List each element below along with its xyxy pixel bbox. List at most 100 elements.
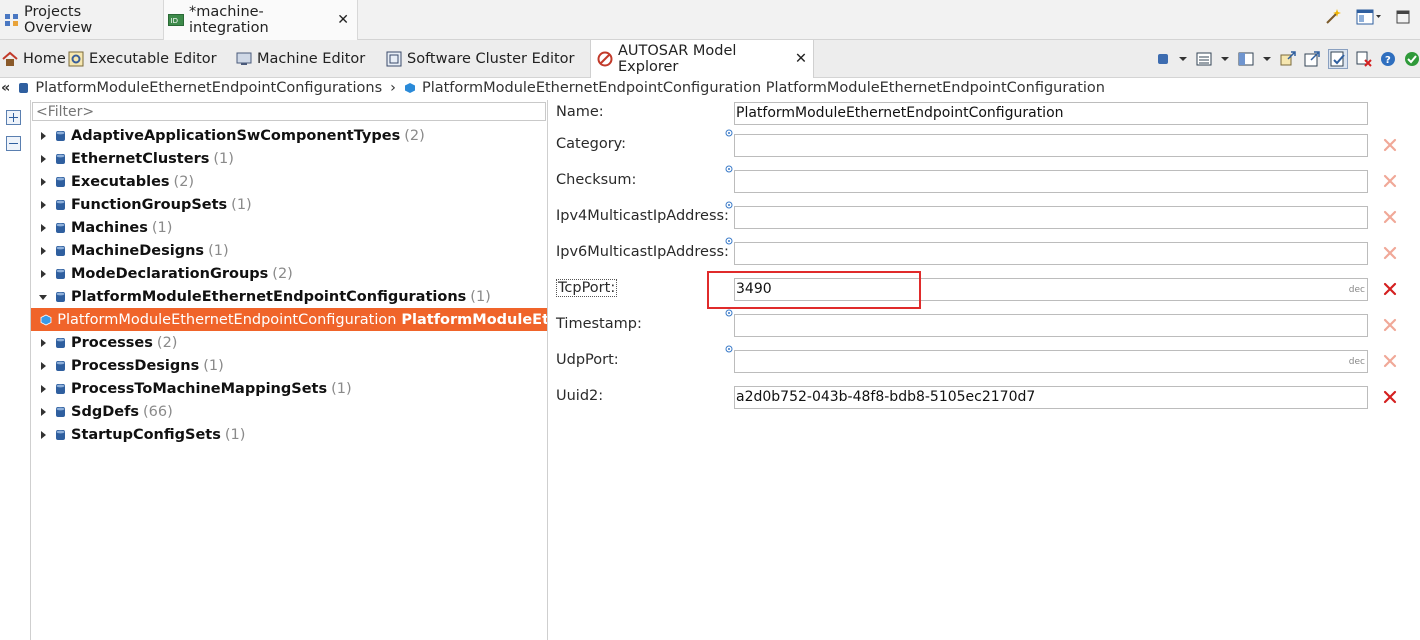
tree-gutter — [0, 100, 30, 640]
link-editor-icon[interactable] — [1328, 49, 1348, 69]
property-field-category[interactable] — [734, 134, 1368, 157]
tree-item[interactable]: ModeDeclarationGroups (2) — [31, 262, 547, 285]
close-icon[interactable]: ✕ — [337, 12, 349, 28]
tree-item[interactable]: ProcessToMachineMappingSets (1) — [31, 377, 547, 400]
property-row-udpport: UdpPort: dec — [549, 345, 1420, 374]
chevron-right-icon[interactable] — [38, 177, 48, 187]
tab-autosar-model-explorer[interactable]: AUTOSAR Model Explorer ✕ — [590, 40, 814, 78]
tree-item[interactable]: AdaptiveApplicationSwComponentTypes (2) — [31, 124, 547, 147]
tree-item[interactable]: Machines (1) — [31, 216, 547, 239]
chevron-right-icon[interactable] — [38, 200, 48, 210]
tree-item[interactable]: Processes (2) — [31, 331, 547, 354]
property-label: UdpPort: — [556, 352, 619, 368]
chevron-right-icon[interactable] — [38, 384, 48, 394]
cylinder-icon — [55, 222, 66, 234]
close-icon[interactable]: ✕ — [795, 51, 807, 67]
tab-projects-overview[interactable]: Projects Overview — [0, 0, 157, 40]
tab-software-cluster-editor[interactable]: Software Cluster Editor — [386, 40, 575, 78]
property-label: Uuid2: — [556, 388, 603, 404]
chevron-right-icon[interactable] — [38, 430, 48, 440]
filter-input[interactable] — [32, 102, 546, 121]
chevron-down-icon[interactable] — [1262, 54, 1272, 64]
property-field-timestamp[interactable] — [734, 314, 1368, 337]
tree-item-count: (66) — [143, 403, 173, 420]
delete-icon[interactable] — [1383, 246, 1397, 260]
breadcrumb-item[interactable]: PlatformModuleEthernetEndpointConfigurat… — [35, 80, 382, 96]
property-field-uuid2[interactable]: a2d0b752-043b-48f8-bdb8-5105ec2170d7 — [734, 386, 1368, 409]
breadcrumb-item[interactable]: PlatformModuleEthernetEndpointConfigurat… — [422, 80, 1105, 96]
tree-item[interactable]: SdgDefs (66) — [31, 400, 547, 423]
tab-home[interactable]: Home — [2, 40, 66, 78]
delete-icon[interactable] — [1383, 354, 1397, 368]
collapse-all-icon[interactable] — [6, 136, 21, 151]
help-icon[interactable]: ? — [1380, 51, 1396, 67]
machine-editor-icon — [236, 51, 252, 67]
info-icon — [725, 129, 733, 137]
tree-item[interactable]: Executables (2) — [31, 170, 547, 193]
filter-settings-icon[interactable] — [1356, 51, 1372, 67]
expand-all-icon[interactable] — [6, 110, 21, 125]
back-icon[interactable]: « — [1, 80, 10, 96]
split-view-icon[interactable] — [1238, 52, 1254, 66]
list-view-icon[interactable] — [1196, 52, 1212, 66]
tree-item[interactable]: MachineDesigns (1) — [31, 239, 547, 262]
chevron-right-icon[interactable] — [38, 338, 48, 348]
delete-icon[interactable] — [1383, 138, 1397, 152]
property-field-ipv4multicastipaddress[interactable] — [734, 206, 1368, 229]
chevron-down-icon[interactable] — [1178, 54, 1188, 64]
tree-item-count: (1) — [203, 357, 224, 374]
delete-icon[interactable] — [1383, 282, 1397, 296]
tab-label: Home — [23, 51, 66, 67]
chevron-down-icon[interactable] — [38, 292, 48, 302]
chevron-right-icon[interactable] — [38, 246, 48, 256]
cylinder-icon[interactable] — [1156, 52, 1170, 66]
delete-icon[interactable] — [1383, 210, 1397, 224]
chevron-right-icon[interactable] — [38, 154, 48, 164]
tcpport-highlight-box — [707, 271, 921, 309]
delete-icon[interactable] — [1383, 390, 1397, 404]
model-tree-panel: AdaptiveApplicationSwComponentTypes(2)Et… — [30, 100, 548, 640]
property-field-ipv6multicastipaddress[interactable] — [734, 242, 1368, 265]
property-label-text: Ipv4MulticastIpAddress: — [556, 208, 729, 224]
validate-icon[interactable] — [1404, 51, 1420, 67]
chevron-right-icon[interactable] — [38, 407, 48, 417]
cylinder-icon — [55, 199, 66, 211]
property-field-udpport[interactable]: dec — [734, 350, 1368, 373]
tab-label: Machine Editor — [257, 51, 366, 67]
properties-panel: Name: PlatformModuleEthernetEndpointConfi… — [549, 100, 1420, 640]
tab-executable-editor[interactable]: Executable Editor — [68, 40, 217, 78]
tree-item-count: (2) — [272, 265, 293, 282]
tree-item[interactable]: ProcessDesigns (1) — [31, 354, 547, 377]
tree-item[interactable]: EthernetClusters (1) — [31, 147, 547, 170]
chevron-right-icon[interactable] — [38, 361, 48, 371]
property-row-timestamp: Timestamp: — [549, 309, 1420, 338]
tree-item-label: Machines — [71, 219, 148, 236]
editor-tab-bar: Projects Overview ID *machine-integratio… — [0, 0, 1420, 40]
tree-item[interactable]: FunctionGroupSets (1) — [31, 193, 547, 216]
tree-item[interactable]: StartupConfigSets (1) — [31, 423, 547, 446]
tab-machine-integration[interactable]: ID *machine-integration ✕ — [163, 0, 358, 40]
tree-item-label: FunctionGroupSets — [71, 196, 228, 213]
property-row-name: Name: PlatformModuleEthernetEndpointConfi… — [549, 102, 1420, 126]
tab-machine-editor[interactable]: Machine Editor — [236, 40, 365, 78]
property-field-name[interactable]: PlatformModuleEthernetEndpointConfigurat… — [734, 102, 1368, 125]
tree-item-name-label: PlatformModuleEt — [401, 311, 548, 328]
export-icon[interactable] — [1280, 51, 1296, 67]
property-row-ipv6multicastipaddress: Ipv6MulticastIpAddress: — [549, 237, 1420, 266]
maximize-icon[interactable] — [1396, 10, 1410, 24]
chevron-right-icon[interactable] — [38, 269, 48, 279]
open-external-icon[interactable] — [1304, 51, 1320, 67]
cylinder-icon — [18, 82, 29, 94]
delete-icon[interactable] — [1383, 318, 1397, 332]
property-field-checksum[interactable] — [734, 170, 1368, 193]
delete-icon[interactable] — [1383, 174, 1397, 188]
window-layout-icon[interactable] — [1356, 9, 1382, 25]
tree-item[interactable]: PlatformModuleEthernetEndpointConfigurat… — [31, 285, 547, 308]
chevron-right-icon[interactable] — [38, 223, 48, 233]
magic-wand-icon[interactable] — [1324, 8, 1342, 26]
tree-item-label: SdgDefs — [71, 403, 140, 420]
tree-item-selected[interactable]: PlatformModuleEthernetEndpointConfigurat… — [31, 308, 548, 331]
chevron-down-icon[interactable] — [1220, 54, 1230, 64]
chevron-right-icon[interactable] — [38, 131, 48, 141]
property-row-tcpport: TcpPort: 3490 dec — [549, 278, 1420, 302]
